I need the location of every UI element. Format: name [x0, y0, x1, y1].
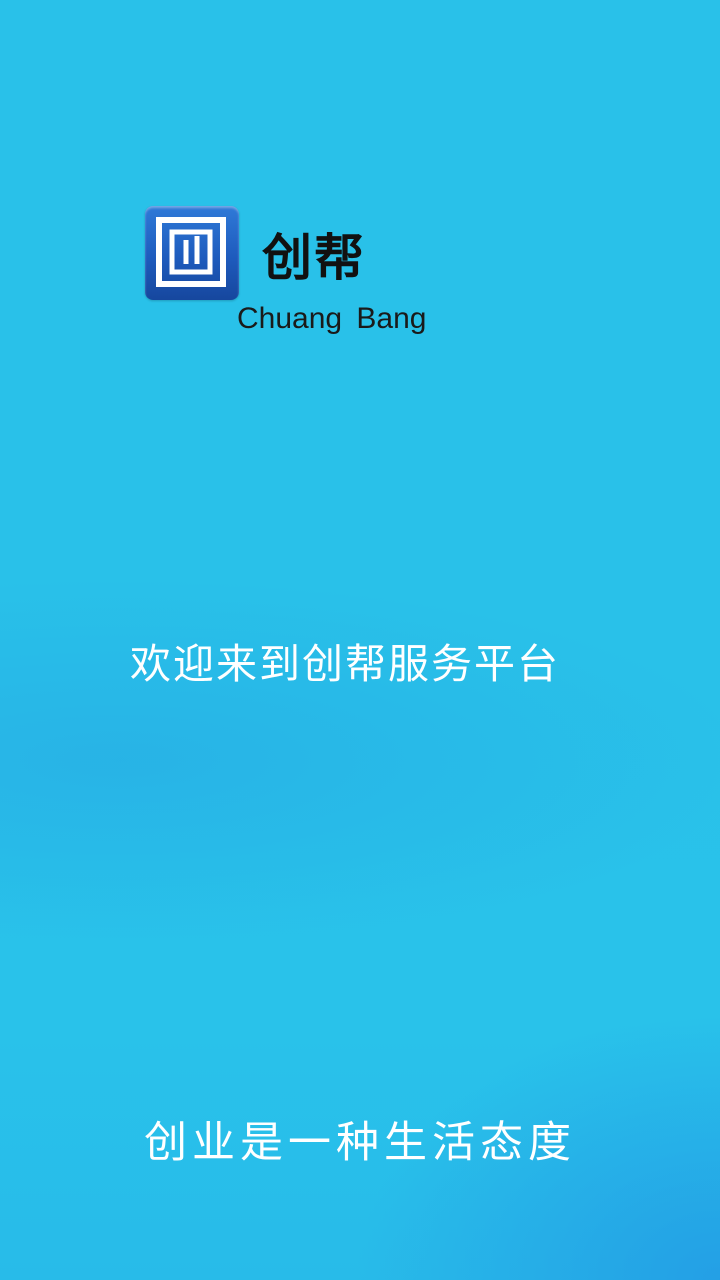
welcome-message: 欢迎来到创帮服务平台: [130, 640, 560, 688]
chuangbang-logo-icon: [145, 206, 239, 300]
slogan: 创业是一种生活态度: [144, 1118, 576, 1168]
app-name-chinese: 创帮: [262, 228, 366, 287]
app-name-english: Chuang Bang: [237, 302, 427, 335]
splash-screen: 创帮 Chuang Bang 欢迎来到创帮服务平台 创业是一种生活态度: [0, 0, 720, 1280]
